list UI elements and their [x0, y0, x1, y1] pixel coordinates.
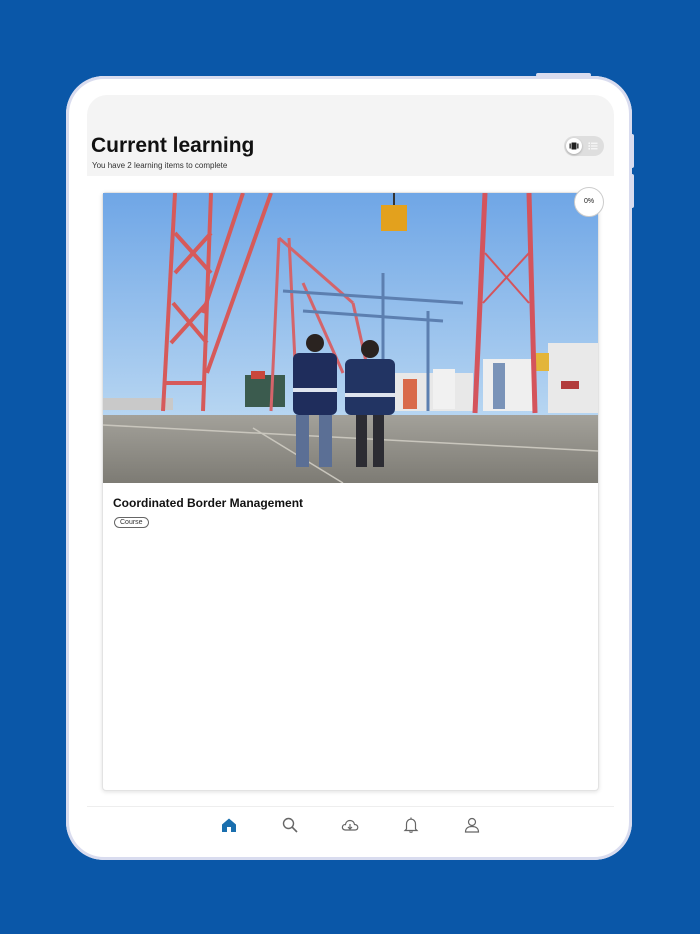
page-subtitle: You have 2 learning items to complete — [92, 161, 228, 170]
tab-search[interactable] — [281, 816, 299, 834]
course-title[interactable]: Coordinated Border Management — [113, 496, 303, 510]
search-icon — [282, 817, 298, 833]
tablet-volume-up-button — [630, 134, 634, 168]
list-view-icon[interactable] — [588, 141, 598, 151]
tablet-power-button — [536, 73, 591, 77]
app-screen: Current learning You have 2 learning ite… — [87, 95, 614, 840]
progress-badge: 0% — [574, 187, 604, 217]
page-title: Current learning — [91, 134, 255, 157]
view-toggle[interactable] — [564, 136, 604, 156]
tab-downloads[interactable] — [341, 816, 359, 834]
tab-home[interactable] — [220, 816, 238, 834]
profile-icon — [464, 817, 480, 833]
view-toggle-knob[interactable] — [566, 138, 582, 154]
card-view-icon — [569, 142, 579, 150]
home-icon — [222, 818, 236, 832]
tab-notifications[interactable] — [402, 816, 420, 834]
tablet-volume-down-button — [630, 174, 634, 208]
cloud-download-icon — [341, 819, 359, 831]
port-container-cranes-photo[interactable] — [103, 193, 598, 483]
bottom-tab-bar — [87, 806, 614, 840]
page-header: Current learning You have 2 learning ite… — [87, 95, 614, 176]
course-card[interactable]: Coordinated Border Management Course — [102, 192, 599, 791]
bell-icon — [403, 817, 419, 833]
tab-profile[interactable] — [463, 816, 481, 834]
course-type-badge: Course — [114, 517, 149, 528]
